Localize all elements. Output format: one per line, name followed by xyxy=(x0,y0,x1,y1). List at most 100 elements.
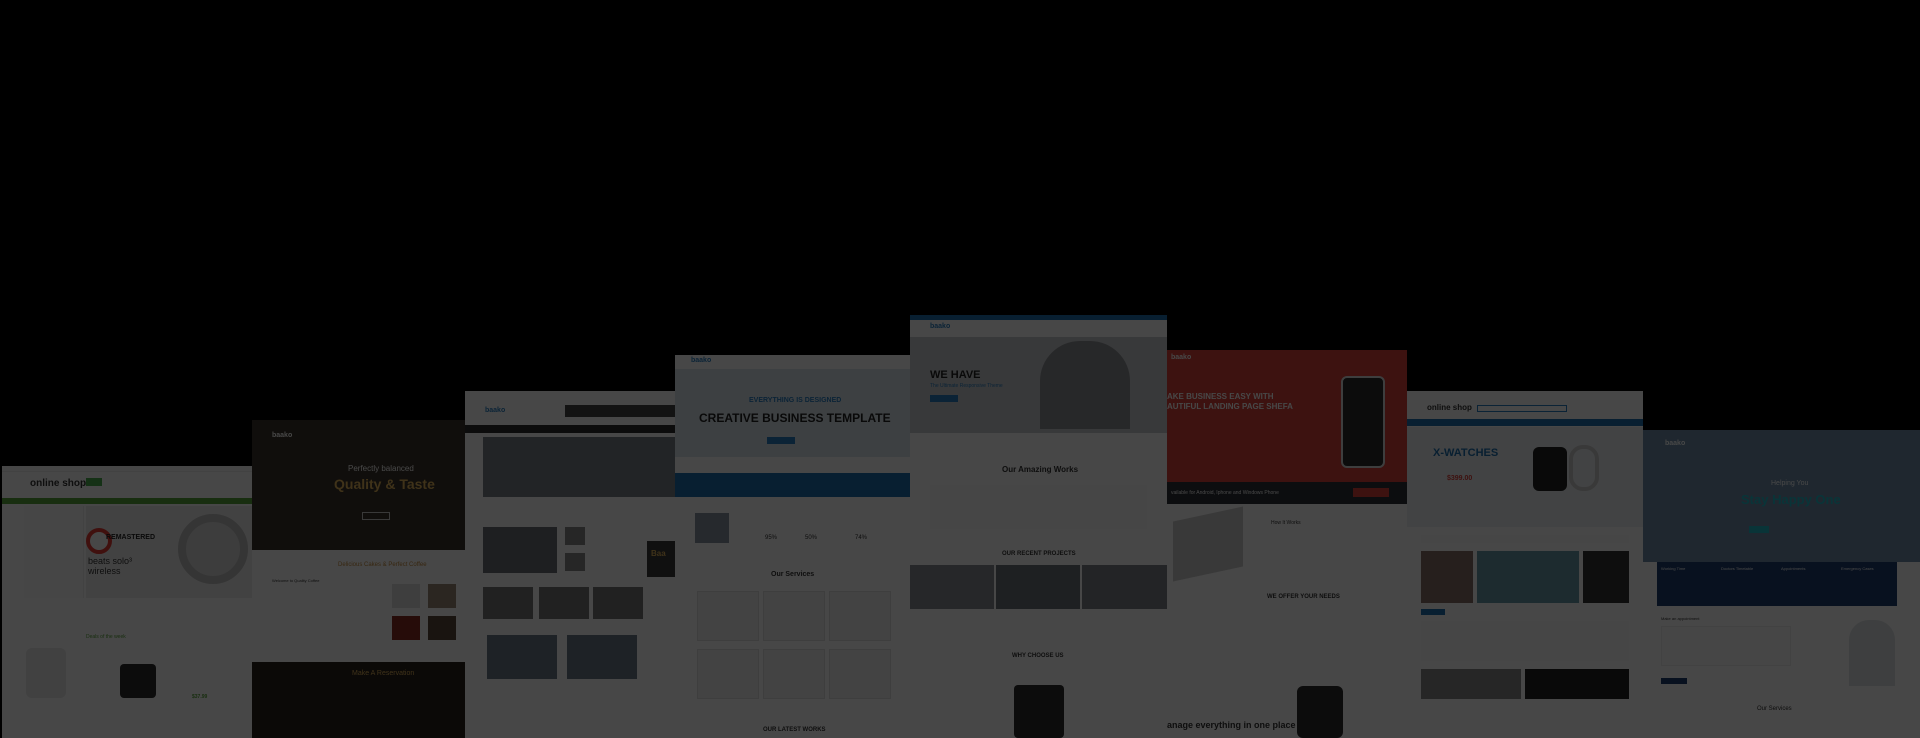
banner-title: REMASTERED xyxy=(106,534,156,541)
phone-image xyxy=(1014,685,1064,738)
news-img-f xyxy=(567,635,637,679)
coffee-hero: baako Perfectly balanced Quality & Taste xyxy=(252,420,465,550)
promo-img-4 xyxy=(1421,669,1521,699)
agency-hero-sub: The Ultimate Responsive Theme xyxy=(930,383,1003,389)
promo-img-2 xyxy=(1477,551,1579,603)
medical-services-title: Our Services xyxy=(1757,706,1792,712)
latest-works-title: OUR LATEST WORKS xyxy=(763,727,826,733)
hero-banner: REMASTERED beats solo³ wireless xyxy=(86,506,252,598)
coffee-img-2 xyxy=(428,584,456,608)
news-img-d xyxy=(593,587,643,619)
devices-image xyxy=(1173,506,1243,582)
promo-img-3 xyxy=(1583,551,1629,603)
news-img-c xyxy=(539,587,589,619)
agency-hero-person xyxy=(1040,341,1130,429)
download-button[interactable] xyxy=(1353,488,1389,497)
news-ad-banner xyxy=(565,405,675,417)
medical-hero: baako Helping You Stay Happy One xyxy=(1643,430,1920,562)
screenshot-online-store: online shop REMASTERED beats solo³ wirel… xyxy=(2,466,252,738)
nav-green-bar xyxy=(2,498,252,504)
watches-hero: X-WATCHES $399.00 xyxy=(1407,427,1643,527)
product-row xyxy=(1421,621,1629,661)
project-img-3 xyxy=(1082,565,1167,609)
appointment-form xyxy=(1661,626,1791,666)
screenshot-coffee: baako Perfectly balanced Quality & Taste… xyxy=(252,420,465,738)
category-sidebar xyxy=(24,506,84,598)
reservation-title: Make A Reservation xyxy=(352,670,415,677)
hero-title: CREATIVE BUSINESS TEMPLATE xyxy=(699,411,891,425)
why-title: WHY CHOOSE US xyxy=(1012,653,1064,659)
screenshot-app-landing: baako AKE BUSINESS EASY WITH AUTIFUL LAN… xyxy=(1167,350,1407,738)
works-title: Our Amazing Works xyxy=(1002,465,1079,474)
screenshot-news: baako Baa xyxy=(465,391,675,738)
watches-hero-title: X-WATCHES xyxy=(1433,447,1499,459)
agency-hero-title: WE HAVE xyxy=(930,369,981,381)
available-strip: vailable for Android, Iphone and Windows… xyxy=(1167,482,1407,504)
promo-img-1 xyxy=(1421,551,1473,603)
app-hero-title2: AUTIFUL LANDING PAGE SHEFA xyxy=(1167,402,1293,411)
news-img-e xyxy=(487,635,557,679)
nav-home xyxy=(86,478,102,486)
promo-img-5 xyxy=(1525,669,1629,699)
app-phone-image xyxy=(1341,376,1385,468)
stat-2: 50% xyxy=(805,535,818,541)
deals-label: Deals of the week xyxy=(86,634,126,640)
project-img-1 xyxy=(910,565,994,609)
news-thumb-b xyxy=(565,553,585,571)
coffee-welcome: Welcome to Quality Coffee xyxy=(272,578,320,583)
news-img-b xyxy=(483,587,533,619)
business-people-image xyxy=(695,513,729,543)
camera-product-image xyxy=(120,664,156,698)
screenshot-business: baako EVERYTHING IS DESIGNED CREATIVE BU… xyxy=(675,355,910,738)
agency-hero-button[interactable] xyxy=(930,395,958,402)
agency-logo: baako xyxy=(930,323,951,330)
headphones-image xyxy=(178,514,248,584)
works-features xyxy=(930,485,1147,529)
screenshot-medical: baako Helping You Stay Happy One Working… xyxy=(1643,430,1920,738)
news-logo: baako xyxy=(485,407,506,414)
watch-product-image xyxy=(26,648,66,698)
info-box-doctors: Doctors Timetable xyxy=(1721,566,1754,571)
app-hero-title: AKE BUSINESS EASY WITH xyxy=(1167,392,1274,401)
coffee-section-title: Delicious Cakes & Perfect Coffee xyxy=(338,562,427,568)
business-logo: baako xyxy=(691,357,712,364)
how-title: How It Works xyxy=(1271,520,1301,526)
stat-1: 95% xyxy=(765,535,778,541)
coffee-img-1 xyxy=(392,584,420,608)
showcase-stage: online shop REMASTERED beats solo³ wirel… xyxy=(0,0,1920,738)
hero-button[interactable] xyxy=(362,512,390,520)
agency-hero: WE HAVE The Ultimate Responsive Theme xyxy=(910,337,1167,433)
medical-logo: baako xyxy=(1665,440,1686,447)
news-brand-box: Baa xyxy=(647,541,675,577)
medical-hero-button[interactable] xyxy=(1749,526,1769,533)
screenshot-watches-shop: online shop X-WATCHES $399.00 xyxy=(1407,391,1643,738)
news-brand-text: Baa xyxy=(651,549,666,558)
product-price: $37.99 xyxy=(192,694,208,700)
tab-active[interactable] xyxy=(1421,609,1445,615)
news-nav xyxy=(465,425,675,433)
app-hero: baako AKE BUSINESS EASY WITH AUTIFUL LAN… xyxy=(1167,350,1407,482)
app-logo: baako xyxy=(1171,354,1192,361)
appointment-submit[interactable] xyxy=(1661,678,1687,684)
coffee-img-3 xyxy=(392,616,420,640)
project-img-2 xyxy=(996,565,1080,609)
hero-kicker: EVERYTHING IS DESIGNED xyxy=(749,397,842,404)
news-hero-image xyxy=(483,437,675,497)
business-blue-strip xyxy=(675,473,910,497)
hero-button[interactable] xyxy=(767,437,795,444)
service-card-3 xyxy=(829,591,891,641)
watches-search[interactable] xyxy=(1477,405,1567,412)
info-box-emergency: Emergency Cases xyxy=(1841,566,1874,571)
service-card-5 xyxy=(763,649,825,699)
watch-band-image xyxy=(1569,445,1599,491)
hero-line1: Perfectly balanced xyxy=(348,464,414,473)
watch-image xyxy=(1533,447,1567,491)
info-box-working-time: Working Time xyxy=(1661,566,1686,571)
coffee-img-4 xyxy=(428,616,456,640)
info-box-appointments: Appointments xyxy=(1781,566,1806,571)
manage-title: anage everything in one place xyxy=(1167,720,1296,730)
medical-info-boxes: Working Time Doctors Timetable Appointme… xyxy=(1657,562,1897,606)
store-logo: online shop xyxy=(30,478,87,489)
app-phone-image-2 xyxy=(1297,686,1343,738)
business-hero: EVERYTHING IS DESIGNED CREATIVE BUSINESS… xyxy=(675,369,910,457)
